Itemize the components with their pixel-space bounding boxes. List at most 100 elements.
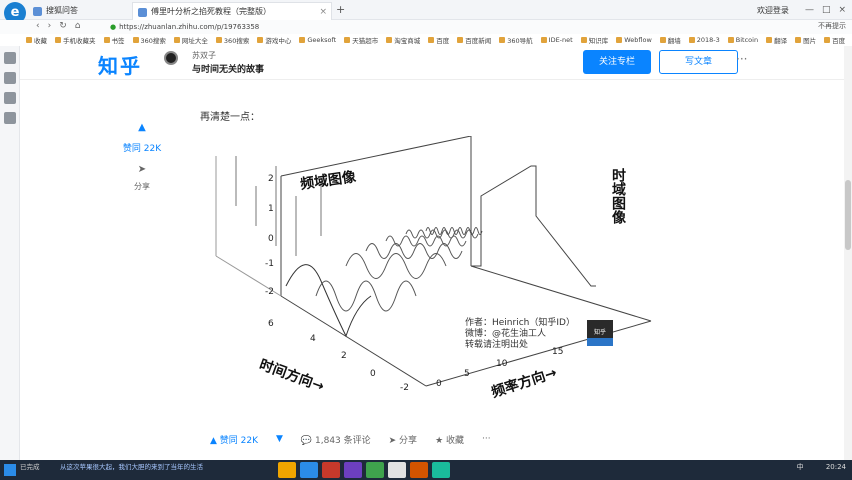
bookmark-item[interactable]: 360导航	[499, 35, 533, 45]
bookmark-item[interactable]: 书签	[103, 35, 125, 45]
nav-controls: ‹ › ↻ ⌂	[36, 21, 80, 31]
sidebar-favorites-icon[interactable]	[4, 52, 16, 64]
bookmark-item[interactable]: 翻墙	[659, 35, 681, 45]
system-tray: 中 20:24	[797, 462, 846, 472]
favorite-label: 收藏	[446, 435, 465, 446]
bookmark-item[interactable]: 图片	[795, 35, 816, 45]
scrollbar-track[interactable]	[844, 46, 852, 460]
maximize-icon[interactable]: □	[822, 5, 831, 15]
bookmark-label: Geeksoft	[307, 36, 337, 44]
more-options-button[interactable]: ···	[736, 52, 747, 66]
upvote-label[interactable]: 赞同 22K	[110, 141, 174, 154]
tick-time-6: 6	[268, 319, 274, 329]
bookmark-item[interactable]: Geeksoft	[299, 36, 336, 44]
bookmark-item[interactable]: 翻译	[766, 35, 787, 45]
author-name[interactable]: 苏双子	[192, 50, 216, 61]
bookmark-icon	[580, 37, 587, 43]
bookmark-item[interactable]: 游戏中心	[257, 35, 291, 45]
article-actions: ▲ 赞同 22K ▼ 💬 1,843 条评论 ➤ 分享 ★ 收藏 ···	[210, 430, 491, 448]
clock[interactable]: 20:24	[826, 463, 846, 471]
ime-indicator[interactable]: 中	[797, 463, 804, 471]
url-input[interactable]: ● https://zhuanlan.zhihu.com/p/19763358	[110, 21, 630, 33]
avatar[interactable]	[164, 51, 178, 65]
tab-zhihu-active[interactable]: 傅里叶分析之掐死教程（完整版） ×	[132, 2, 332, 20]
tick-freq-5: 5	[464, 369, 470, 379]
start-icon[interactable]	[4, 464, 16, 476]
bookmark-icon	[55, 37, 61, 43]
explorer-icon[interactable]	[278, 462, 296, 478]
bookmark-item[interactable]: Bitcoin	[727, 36, 759, 44]
app-icon[interactable]	[410, 462, 428, 478]
column-title[interactable]: 与时间无关的故事	[192, 62, 264, 75]
bookmark-item[interactable]: 百度	[428, 35, 449, 45]
tick-y-2: 2	[268, 174, 274, 184]
favorite-button[interactable]: ★ 收藏	[435, 433, 464, 446]
app-icon[interactable]	[344, 462, 362, 478]
share-icon[interactable]: ➤	[110, 164, 174, 175]
login-link[interactable]: 欢迎登录	[757, 5, 789, 16]
bookmark-label: Bitcoin	[735, 36, 759, 44]
bookmark-label: 网址大全	[181, 37, 208, 45]
follow-column-button[interactable]: 关注专栏	[583, 50, 651, 74]
watermark-line: 转载请注明出处	[465, 340, 529, 350]
sidebar-settings-icon[interactable]	[4, 112, 16, 124]
bookmark-item[interactable]: 百度新闻	[457, 35, 491, 45]
tab-favicon-icon	[138, 8, 147, 17]
bookmark-item[interactable]: 2018-3	[688, 36, 720, 44]
browser-window: e 搜狐问答 傅里叶分析之掐死教程（完整版） × + 欢迎登录 — □ × ‹ …	[0, 0, 852, 480]
app-icon[interactable]	[366, 462, 384, 478]
zhihu-logo[interactable]: 知乎	[98, 50, 142, 79]
bookmark-item[interactable]: 收藏	[26, 35, 47, 45]
bookmark-item[interactable]: 360搜索	[215, 35, 249, 45]
scrollbar-thumb[interactable]	[845, 180, 851, 250]
write-article-button[interactable]: 写文章	[659, 50, 738, 74]
bookmark-label: 淘宝商城	[394, 37, 421, 45]
bookmark-item[interactable]: 知识库	[580, 35, 608, 45]
browser-app-icon[interactable]	[300, 462, 318, 478]
bookmark-item[interactable]: IDE-net	[540, 36, 573, 44]
forward-icon[interactable]: ›	[48, 21, 52, 31]
bookmark-item[interactable]: 百度	[824, 35, 845, 45]
home-icon[interactable]: ⌂	[75, 21, 81, 31]
bookmark-label: 翻译	[774, 37, 788, 45]
bookmark-icon	[499, 37, 506, 43]
more-actions-button[interactable]: ···	[482, 434, 491, 444]
back-icon[interactable]: ‹	[36, 21, 40, 31]
browser-sidebar	[0, 46, 20, 460]
address-bar: ‹ › ↻ ⌂ ● https://zhuanlan.zhihu.com/p/19…	[0, 20, 852, 34]
tab-souhu[interactable]: 搜狐问答	[28, 2, 128, 20]
sidebar-history-icon[interactable]	[4, 72, 16, 84]
bookmark-label: 收藏	[34, 37, 47, 45]
bookmark-item[interactable]: 淘宝商城	[386, 35, 420, 45]
app-icon[interactable]	[322, 462, 340, 478]
news-ticker[interactable]: 从这次苹果很大起，我们大胆的来到了当年的生活	[60, 461, 203, 471]
share-button[interactable]: ➤ 分享	[389, 433, 417, 446]
comments-button[interactable]: 💬 1,843 条评论	[301, 433, 371, 446]
app-icon[interactable]	[388, 462, 406, 478]
app-icon[interactable]	[432, 462, 450, 478]
bookmark-label: 百度新闻	[465, 37, 492, 45]
share-label[interactable]: 分享	[110, 181, 174, 192]
bookmark-item[interactable]: 360搜索	[132, 35, 166, 45]
downvote-button[interactable]: ▼	[276, 434, 283, 444]
refresh-icon[interactable]: ↻	[59, 21, 67, 31]
sidebar-downloads-icon[interactable]	[4, 92, 16, 104]
taskbar-apps	[278, 462, 450, 478]
bookmark-icon	[659, 37, 666, 43]
close-window-icon[interactable]: ×	[838, 5, 846, 15]
bookmark-item[interactable]: Webflow	[616, 36, 652, 44]
bookmark-item[interactable]: 天猫超市	[344, 35, 378, 45]
bookmark-icon	[299, 37, 306, 43]
taskbar: 已完成 从这次苹果很大起，我们大胆的来到了当年的生活 中 20:24	[0, 460, 852, 480]
upvote-button[interactable]: ▲ 赞同 22K	[210, 433, 258, 446]
tab-close-icon[interactable]: ×	[319, 3, 327, 20]
new-tab-button[interactable]: +	[336, 3, 345, 16]
minimize-icon[interactable]: —	[805, 5, 814, 15]
bookmark-icon	[26, 37, 32, 43]
triangle-up-icon[interactable]: ▲	[110, 122, 174, 133]
bookmark-item[interactable]: 手机收藏夹	[55, 35, 96, 45]
address-hint[interactable]: 不再提示	[818, 21, 846, 31]
bookmark-item[interactable]: 网址大全	[173, 35, 208, 45]
bookmark-icon	[727, 37, 734, 43]
tick-y-1: 1	[268, 204, 274, 214]
